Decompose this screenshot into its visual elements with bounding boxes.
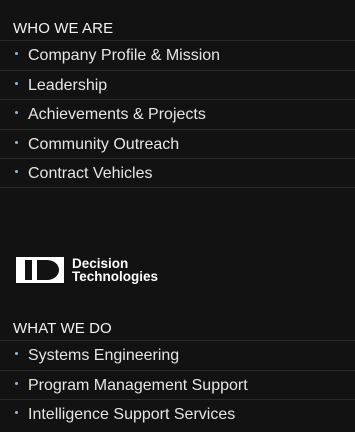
nav-link-label: Company Profile & Mission (28, 47, 221, 64)
nav-link-program-management[interactable]: Program Management Support (0, 369, 355, 400)
nav-link-contract-vehicles[interactable]: Contract Vehicles (0, 158, 355, 188)
nav-link-label: Program Management Support (28, 376, 248, 394)
decision-technologies-logo[interactable]: Decision Technologies (16, 253, 158, 287)
who-we-are-section: WHO WE ARE Company Profile & Mission Lea… (0, 18, 355, 188)
bullet-icon (15, 140, 18, 144)
nav-link-intelligence-support[interactable]: Intelligence Support Services (0, 399, 355, 429)
bullet-icon (15, 411, 18, 415)
nav-link-label: Intelligence Support Services (28, 406, 236, 423)
what-we-do-section: WHAT WE DO Systems Engineering Program M… (0, 318, 355, 429)
nav-link-systems-engineering[interactable]: Systems Engineering (0, 340, 355, 370)
who-we-are-list: Company Profile & Mission Leadership Ach… (0, 40, 355, 188)
logo-wordmark: Decision Technologies (72, 257, 159, 284)
bullet-icon (15, 352, 18, 356)
nav-link-label: Contract Vehicles (28, 165, 153, 182)
what-we-do-heading: WHAT WE DO (13, 320, 112, 337)
logo-mark-icon (16, 257, 64, 283)
who-we-are-heading: WHO WE ARE (13, 20, 114, 37)
bullet-icon (15, 170, 18, 174)
nav-link-company-profile[interactable]: Company Profile & Mission (0, 40, 355, 70)
nav-link-achievements[interactable]: Achievements & Projects (0, 99, 355, 129)
nav-link-label: Leadership (28, 76, 108, 94)
what-we-do-list: Systems Engineering Program Management S… (0, 340, 355, 429)
nav-link-leadership[interactable]: Leadership (0, 69, 355, 100)
nav-link-label: Systems Engineering (28, 347, 180, 364)
bullet-icon (15, 52, 18, 56)
nav-link-label: Community Outreach (28, 135, 180, 153)
logo-line-2: Technologies (72, 269, 159, 284)
bullet-icon (15, 381, 18, 385)
bullet-icon (15, 81, 18, 85)
bullet-icon (15, 111, 18, 115)
nav-link-community-outreach[interactable]: Community Outreach (0, 128, 355, 159)
nav-link-label: Achievements & Projects (28, 106, 206, 123)
